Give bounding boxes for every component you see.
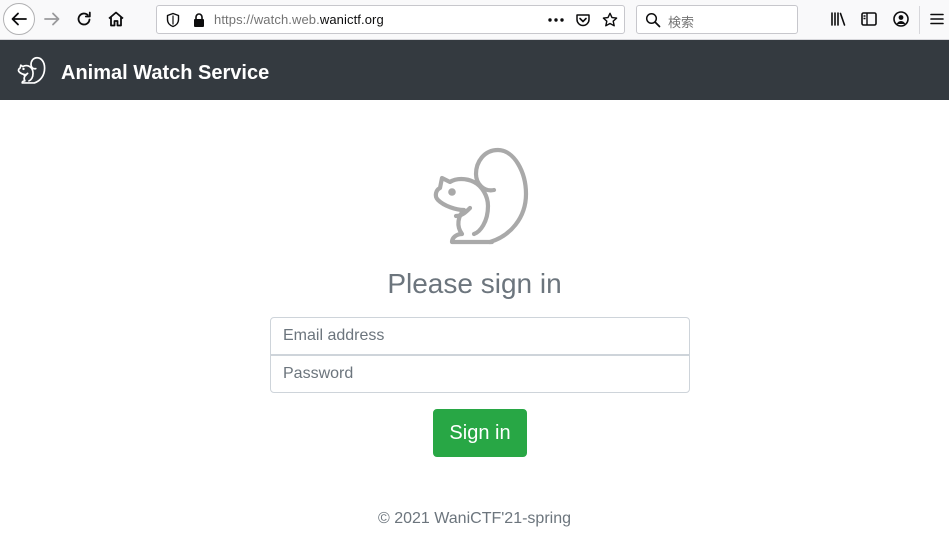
forward-arrow-icon — [44, 12, 60, 26]
back-arrow-icon — [11, 12, 27, 26]
url-host: wanictf.org — [319, 12, 384, 27]
sign-in-button[interactable]: Sign in — [433, 409, 527, 457]
search-bar[interactable]: 検索 — [636, 5, 798, 34]
reload-button[interactable] — [69, 4, 99, 34]
star-icon[interactable] — [602, 12, 618, 28]
url-prefix: https://watch.web. — [214, 12, 320, 27]
pocket-icon[interactable] — [575, 12, 591, 28]
home-icon — [108, 11, 124, 27]
squirrel-icon — [433, 147, 529, 245]
browser-toolbar: https://watch.web.wanictf.org 検索 — [0, 0, 949, 40]
tracking-protection-icon[interactable] — [165, 12, 181, 28]
url-text[interactable]: https://watch.web.wanictf.org — [214, 12, 384, 27]
toolbar-separator — [919, 6, 920, 34]
reload-icon — [77, 11, 91, 26]
sidebar-button[interactable] — [854, 4, 884, 34]
more-dots-icon[interactable] — [547, 13, 565, 27]
home-button[interactable] — [101, 4, 131, 34]
navbar-brand[interactable]: Animal Watch Service — [61, 62, 269, 85]
search-placeholder: 検索 — [668, 15, 695, 30]
password-field[interactable] — [270, 355, 690, 393]
back-button[interactable] — [3, 3, 35, 35]
site-navbar: Animal Watch Service — [0, 40, 949, 100]
hamburger-menu-icon — [930, 13, 944, 25]
forward-button[interactable] — [37, 4, 67, 34]
email-field[interactable] — [270, 317, 690, 355]
account-icon — [893, 11, 909, 27]
account-button[interactable] — [886, 4, 916, 34]
squirrel-icon[interactable] — [13, 53, 49, 87]
footer-copyright: © 2021 WaniCTF'21-spring — [378, 510, 571, 527]
sign-in-heading: Please sign in — [387, 268, 562, 299]
menu-button[interactable] — [925, 4, 949, 34]
lock-icon[interactable] — [192, 12, 206, 28]
url-bar[interactable]: https://watch.web.wanictf.org — [156, 5, 625, 34]
sidebar-icon — [861, 12, 877, 26]
library-icon — [831, 12, 846, 26]
library-button[interactable] — [823, 4, 853, 34]
search-icon — [645, 12, 661, 28]
